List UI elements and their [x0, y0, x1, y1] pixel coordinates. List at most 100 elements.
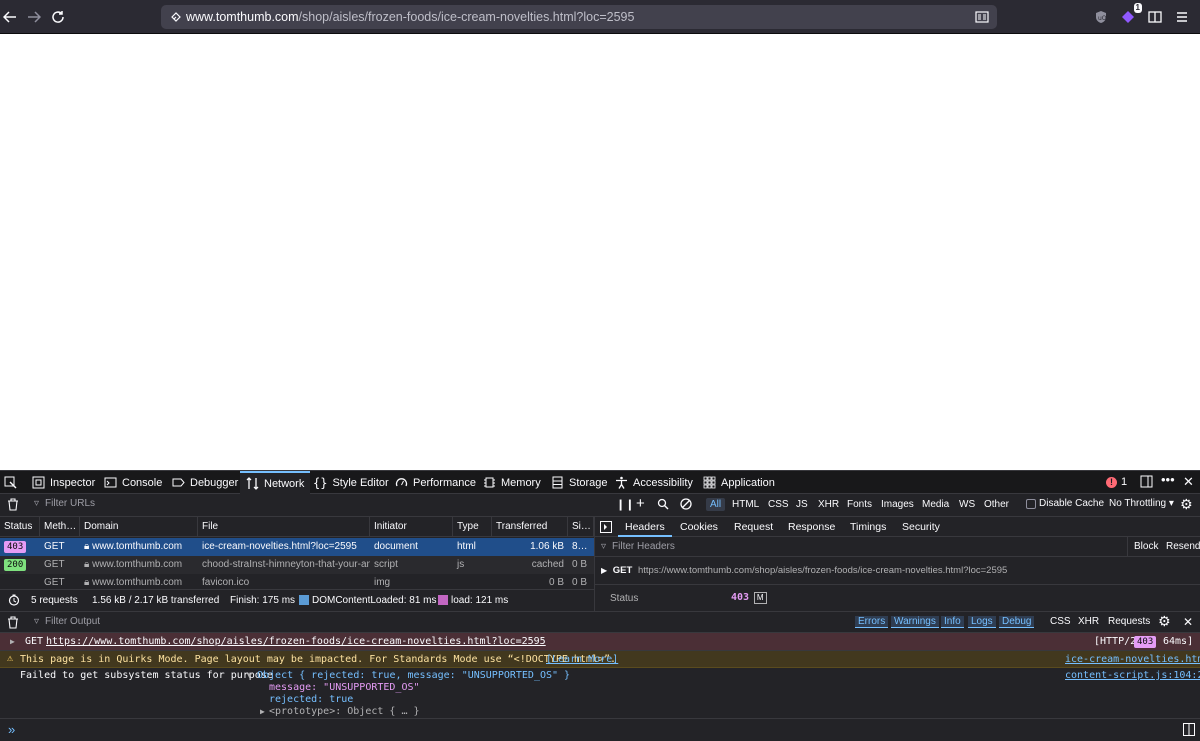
filter-xhr[interactable]: XHR	[1078, 616, 1099, 627]
block-button[interactable]: Block	[1134, 541, 1158, 552]
type-filter-media[interactable]: Media	[918, 498, 953, 511]
level-info[interactable]: Info	[941, 616, 964, 628]
resend-button[interactable]: Resend	[1166, 541, 1200, 552]
tab-memory[interactable]: Memory	[483, 471, 541, 494]
tab-headers[interactable]: Headers	[618, 517, 672, 537]
clear-trash-icon[interactable]	[7, 498, 19, 514]
filter-urls-input[interactable]: ▿ Filter URLs	[34, 498, 95, 509]
add-icon[interactable]: +	[636, 495, 645, 512]
tab-accessibility[interactable]: Accessibility	[615, 471, 693, 494]
mdn-link-icon[interactable]: M	[753, 592, 767, 604]
type-filter-ws[interactable]: WS	[955, 498, 979, 511]
pause-icon[interactable]: ❙❙	[616, 498, 634, 511]
grid-icon	[703, 476, 716, 489]
expand-arrow-icon[interactable]: ▶	[260, 707, 265, 716]
type-filter-other[interactable]: Other	[980, 498, 1013, 511]
column-size[interactable]: Si…	[568, 517, 594, 537]
error-counter[interactable]: ! 1	[1106, 476, 1127, 488]
request-method: GET	[44, 559, 65, 570]
extension-icon[interactable]: 1	[1118, 3, 1142, 27]
tab-cookies[interactable]: Cookies	[680, 517, 718, 537]
level-debug[interactable]: Debug	[999, 616, 1035, 628]
editor-mode-icon[interactable]	[1183, 723, 1195, 739]
tab-application[interactable]: Application	[703, 471, 775, 494]
console-settings-gear-icon[interactable]: ⚙	[1158, 613, 1171, 630]
tab-inspector[interactable]: Inspector	[32, 471, 95, 494]
request-line[interactable]: ▶ GET https://www.tomthumb.com/shop/aisl…	[601, 565, 1007, 576]
sidebar-icon[interactable]	[1145, 7, 1165, 27]
reload-icon[interactable]	[48, 7, 68, 27]
collapse-arrow-icon[interactable]: ▼	[247, 671, 252, 680]
request-url-link[interactable]: https://www.tomthumb.com/shop/aisles/fro…	[46, 636, 546, 647]
throttling-select[interactable]: No Throttling ▾	[1109, 498, 1174, 509]
tab-request[interactable]: Request	[734, 517, 773, 537]
menu-icon[interactable]	[1172, 7, 1192, 27]
status-badge: 403	[4, 541, 27, 553]
request-transferred: 1.06 kB	[530, 541, 564, 552]
tab-network[interactable]: Network	[240, 471, 311, 494]
element-picker-icon[interactable]	[4, 471, 24, 494]
forward-icon[interactable]	[24, 7, 44, 27]
dock-side-icon[interactable]	[1140, 475, 1153, 491]
tab-timings[interactable]: Timings	[850, 517, 886, 537]
type-filter-html[interactable]: HTML	[728, 498, 763, 511]
type-filter-fonts[interactable]: Fonts	[843, 498, 876, 511]
table-row[interactable]: 200 GET 🔒︎ www.tomthumb.com chood-straIn…	[0, 556, 594, 574]
more-options-icon[interactable]: •••	[1161, 472, 1175, 487]
filter-output-input[interactable]: ▿ Filter Output	[34, 616, 100, 627]
learn-more-link[interactable]: [Learn More]	[546, 654, 618, 665]
reader-view-icon[interactable]	[975, 10, 989, 24]
close-split-console-icon[interactable]: ✕	[1183, 615, 1193, 629]
block-icon[interactable]	[680, 498, 692, 513]
ublock-extension-icon[interactable]: uO	[1091, 7, 1111, 27]
search-icon[interactable]	[657, 498, 669, 513]
tab-debugger[interactable]: Debugger	[172, 471, 238, 494]
url-bar[interactable]: www.tomthumb.com/shop/aisles/frozen-food…	[161, 5, 997, 29]
tab-response[interactable]: Response	[788, 517, 835, 537]
tab-security[interactable]: Security	[902, 517, 940, 537]
type-filter-xhr[interactable]: XHR	[814, 498, 843, 511]
object-preview[interactable]: Object { rejected: true, message: "UNSUP…	[257, 670, 570, 681]
console-log-message: Failed to get subsystem status for purpo…	[0, 668, 1200, 718]
column-method[interactable]: Meth…	[40, 517, 80, 537]
disable-cache-checkbox[interactable]: Disable Cache	[1026, 498, 1104, 509]
table-row[interactable]: 403 GET 🔒︎ www.tomthumb.com ice-cream-no…	[0, 538, 594, 556]
type-filter-js[interactable]: JS	[792, 498, 812, 511]
close-devtools-icon[interactable]: ✕	[1183, 474, 1194, 490]
back-icon[interactable]	[0, 7, 20, 27]
source-link[interactable]: content-script.js:104:25	[1065, 670, 1200, 681]
tab-console[interactable]: Console	[104, 471, 162, 494]
type-filter-images[interactable]: Images	[877, 498, 918, 511]
type-filter-all[interactable]: All	[706, 498, 726, 511]
network-settings-gear-icon[interactable]: ⚙	[1180, 496, 1193, 513]
filter-css[interactable]: CSS	[1050, 616, 1071, 627]
tab-performance[interactable]: Performance	[395, 471, 476, 494]
clear-console-trash-icon[interactable]	[7, 616, 19, 632]
column-file[interactable]: File	[198, 517, 370, 537]
column-transferred[interactable]: Transferred	[492, 517, 568, 537]
source-link[interactable]: ice-cream-novelties.html	[1065, 654, 1200, 665]
level-errors[interactable]: Errors	[855, 616, 889, 628]
column-initiator[interactable]: Initiator	[370, 517, 453, 537]
property-prototype[interactable]: <prototype>: Object { … }	[269, 706, 420, 717]
console-network-message[interactable]: ▶ GET https://www.tomthumb.com/shop/aisl…	[0, 633, 1200, 651]
column-type[interactable]: Type	[453, 517, 492, 537]
tab-storage[interactable]: Storage	[551, 471, 608, 494]
filter-requests[interactable]: Requests	[1108, 616, 1150, 627]
request-transferred: cached	[531, 559, 564, 570]
console-input[interactable]: »	[0, 718, 1200, 741]
level-warnings[interactable]: Warnings	[891, 616, 939, 628]
page-info-icon[interactable]	[169, 10, 183, 24]
filter-headers-input[interactable]: ▿ Filter Headers	[601, 541, 675, 552]
column-status[interactable]: Status	[0, 517, 40, 537]
tab-style-editor[interactable]: {} Style Editor	[313, 471, 389, 494]
expand-arrow-icon: ▶	[601, 566, 608, 575]
request-size: 8…	[572, 541, 588, 552]
table-row[interactable]: GET 🔒︎ www.tomthumb.com favicon.ico img …	[0, 574, 594, 589]
level-logs[interactable]: Logs	[968, 616, 996, 628]
url-text: www.tomthumb.com/shop/aisles/frozen-food…	[186, 10, 635, 24]
type-filter-css[interactable]: CSS	[764, 498, 793, 511]
column-domain[interactable]: Domain	[80, 517, 198, 537]
toggle-panel-icon[interactable]	[600, 521, 612, 536]
expand-arrow-icon[interactable]: ▶	[10, 637, 15, 646]
